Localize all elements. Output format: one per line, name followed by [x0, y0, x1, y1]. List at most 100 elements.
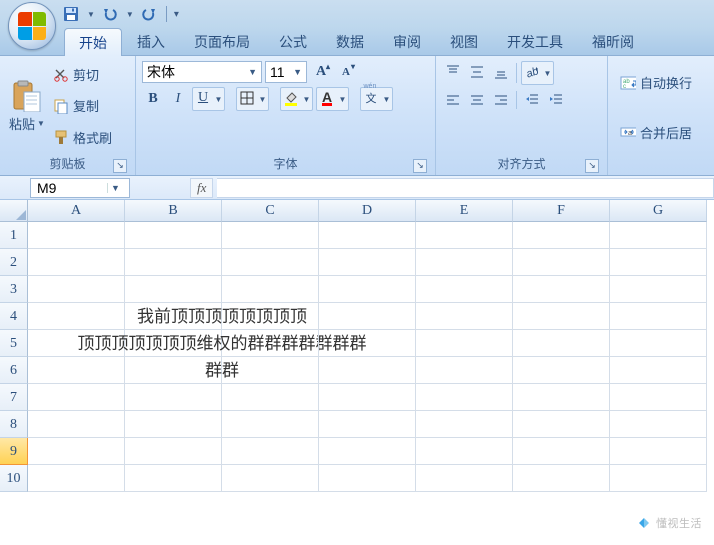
shrink-font-button[interactable]: A▾ [335, 61, 357, 83]
increase-indent-icon [548, 92, 564, 108]
align-middle-icon [469, 64, 485, 80]
chevron-down-icon: ▼ [290, 67, 302, 77]
font-dialog-launcher[interactable]: ↘ [413, 159, 427, 173]
tab-formulas[interactable]: 公式 [265, 28, 321, 55]
undo-button[interactable] [99, 3, 121, 25]
save-button[interactable] [60, 3, 82, 25]
row-hdr[interactable]: 1 [0, 222, 28, 249]
row-hdr[interactable]: 6 [0, 357, 28, 384]
cut-button[interactable]: 剪切 [50, 62, 115, 88]
format-painter-label: 格式刷 [73, 128, 112, 147]
row-headers: 1 2 3 4 5 6 7 8 9 10 [0, 222, 28, 492]
alignment-group-label: 对齐方式 [497, 157, 545, 171]
font-color-button[interactable]: A [317, 88, 337, 108]
row-hdr[interactable]: 9 [0, 438, 28, 465]
orientation-button[interactable]: ab [522, 62, 542, 82]
name-box[interactable]: M9 ▼ [30, 178, 130, 198]
tab-developer[interactable]: 开发工具 [493, 28, 577, 55]
increase-indent-button[interactable] [545, 89, 567, 111]
row-hdr[interactable]: 2 [0, 249, 28, 276]
quick-access-toolbar: ▼ ▼ ▾ [60, 3, 179, 25]
fx-button[interactable]: fx [190, 178, 213, 198]
select-all-button[interactable] [0, 200, 28, 222]
clipboard-group-label: 剪贴板 [49, 157, 85, 171]
watermark-text: 懂视生活 [656, 515, 702, 531]
col-hdr-g[interactable]: G [610, 200, 707, 222]
row-hdr[interactable]: 10 [0, 465, 28, 492]
save-icon [63, 6, 79, 22]
row-hdr[interactable]: 5 [0, 330, 28, 357]
phonetic-button[interactable]: 文wén [361, 88, 381, 108]
align-middle-button[interactable] [466, 61, 488, 83]
watermark: 懂视生活 [636, 515, 702, 531]
underline-button[interactable]: U [193, 88, 213, 108]
row-hdr[interactable]: 4 [0, 303, 28, 330]
border-icon [240, 91, 254, 105]
svg-text:a: a [628, 130, 632, 137]
font-size-combo[interactable]: 11▼ [265, 61, 307, 83]
chevron-down-icon: ▼ [107, 183, 123, 193]
qat-customize-dd[interactable]: ▾ [174, 9, 179, 20]
svg-text:c: c [623, 84, 626, 90]
align-left-button[interactable] [442, 89, 464, 111]
office-logo-icon [18, 12, 46, 40]
qat-undo-dd[interactable]: ▼ [126, 10, 134, 19]
paste-button[interactable]: 粘贴▼ [6, 59, 48, 153]
phonetic-split[interactable]: 文wén▼ [360, 87, 393, 111]
format-painter-button[interactable]: 格式刷 [50, 124, 115, 150]
bold-button[interactable]: B [142, 88, 164, 110]
row-hdr[interactable]: 3 [0, 276, 28, 303]
tab-foxit[interactable]: 福昕阅 [578, 28, 648, 55]
col-hdr-e[interactable]: E [416, 200, 513, 222]
brush-icon [53, 129, 69, 145]
tab-review[interactable]: 审阅 [379, 28, 435, 55]
align-right-button[interactable] [490, 89, 512, 111]
tab-insert[interactable]: 插入 [123, 28, 179, 55]
chevron-down-icon: ▼ [245, 67, 257, 77]
col-hdr-d[interactable]: D [319, 200, 416, 222]
align-bottom-button[interactable] [490, 61, 512, 83]
chevron-down-icon: ▼ [542, 62, 553, 84]
fill-color-button[interactable] [281, 88, 301, 108]
paste-icon [11, 80, 43, 112]
wrap-text-button[interactable]: abc 自动换行 [614, 70, 708, 96]
tab-home[interactable]: 开始 [64, 28, 122, 56]
align-right-icon [493, 92, 509, 108]
align-top-button[interactable] [442, 61, 464, 83]
copy-icon [53, 98, 69, 114]
orientation-split[interactable]: ab▼ [521, 61, 554, 85]
clipboard-dialog-launcher[interactable]: ↘ [113, 159, 127, 173]
font-name-combo[interactable]: 宋体▼ [142, 61, 262, 83]
tab-view[interactable]: 视图 [436, 28, 492, 55]
merge-center-button[interactable]: a 合并后居 [614, 119, 708, 145]
font-color-split[interactable]: A▼ [316, 87, 349, 111]
col-hdr-b[interactable]: B [125, 200, 222, 222]
italic-button[interactable]: I [167, 88, 189, 110]
formula-bar-input[interactable] [217, 178, 714, 198]
borders-split[interactable]: ▼ [236, 87, 269, 111]
qat-save-dd[interactable]: ▼ [87, 10, 95, 19]
office-button[interactable] [8, 2, 56, 50]
align-left-icon [445, 92, 461, 108]
alignment-dialog-launcher[interactable]: ↘ [585, 159, 599, 173]
borders-button[interactable] [237, 88, 257, 108]
fill-color-split[interactable]: ▼ [280, 87, 313, 111]
col-hdr-a[interactable]: A [28, 200, 125, 222]
redo-button[interactable] [138, 3, 160, 25]
name-box-value: M9 [37, 180, 56, 196]
col-hdr-c[interactable]: C [222, 200, 319, 222]
column-headers: A B C D E F G [28, 200, 714, 222]
copy-button[interactable]: 复制 [50, 93, 115, 119]
underline-split[interactable]: U▼ [192, 87, 225, 111]
row-hdr[interactable]: 8 [0, 411, 28, 438]
tab-page-layout[interactable]: 页面布局 [180, 28, 264, 55]
align-center-button[interactable] [466, 89, 488, 111]
tab-data[interactable]: 数据 [322, 28, 378, 55]
row-hdr[interactable]: 7 [0, 384, 28, 411]
col-hdr-f[interactable]: F [513, 200, 610, 222]
decrease-indent-button[interactable] [521, 89, 543, 111]
cell-grid[interactable]: 我前顶顶顶顶顶顶顶顶 顶顶顶顶顶顶顶维权的群群群群群群群 群群 [28, 222, 714, 492]
chevron-down-icon: ▼ [301, 88, 312, 110]
align-center-icon [469, 92, 485, 108]
grow-font-button[interactable]: A▴ [310, 61, 332, 83]
